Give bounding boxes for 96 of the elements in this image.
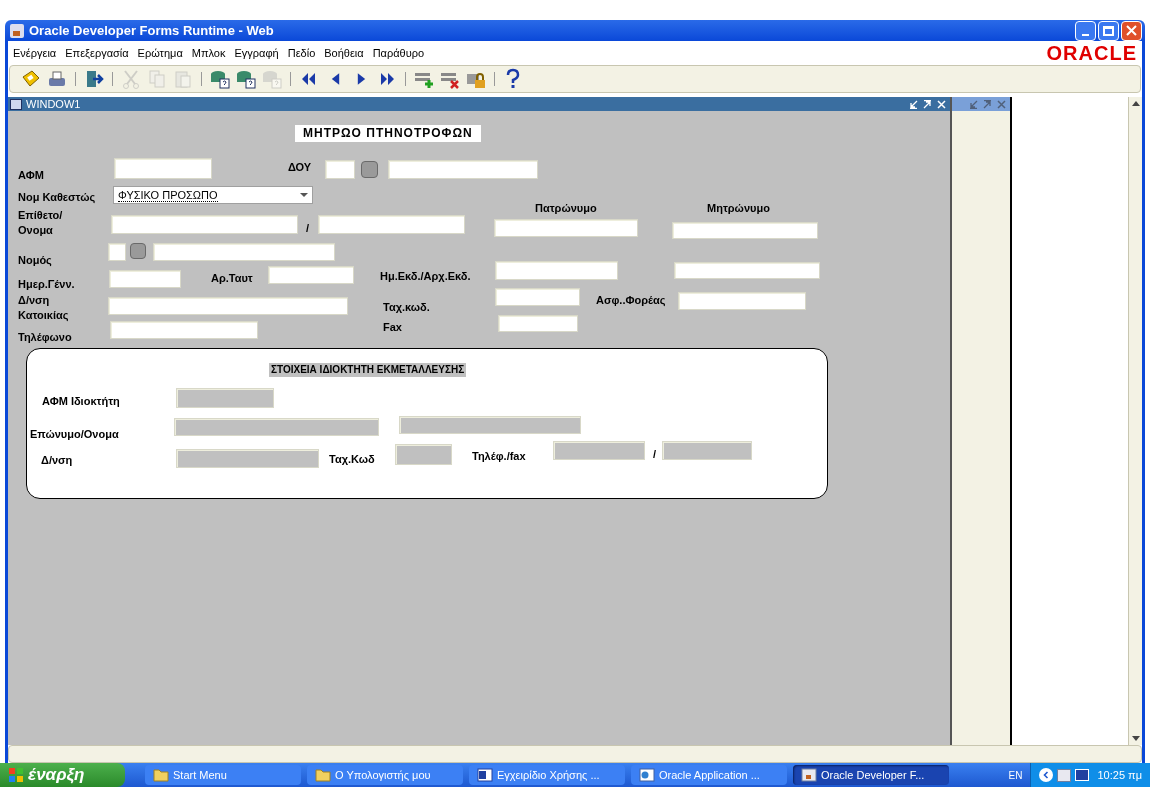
field-label: Μητρώνυμο: [707, 201, 770, 216]
input-field[interactable]: [174, 418, 379, 436]
field-label: Αρ.Ταυτ: [211, 271, 253, 286]
inner-window-title: WINDOW1: [26, 98, 81, 110]
input-field[interactable]: [395, 444, 452, 465]
input-field[interactable]: [111, 215, 298, 234]
taskbar-button[interactable]: Start Menu: [145, 765, 301, 785]
close-icon[interactable]: [997, 99, 1006, 109]
database-question-icon: [235, 68, 257, 90]
field-label: Ημ.Εκδ./Αρχ.Εκδ.: [380, 269, 471, 284]
dropdown-field[interactable]: ΦΥΣΙΚΟ ΠΡΟΣΩΠΟ: [113, 186, 313, 204]
list-of-values-button[interactable]: [361, 161, 378, 178]
field-label: Δ/νση: [41, 453, 73, 468]
field-label: Επώνυμο/Ονομα: [30, 427, 119, 442]
field-label: Ημερ.Γένν.: [18, 277, 75, 292]
field-label: Νομός: [18, 253, 52, 268]
menu-item[interactable]: Βοήθεια: [324, 44, 364, 62]
input-field[interactable]: [108, 243, 126, 261]
input-field[interactable]: [109, 270, 181, 288]
field-label: Ταχ.κωδ.: [383, 300, 430, 315]
vertical-scrollbar[interactable]: [1128, 97, 1142, 745]
input-field[interactable]: [399, 416, 581, 434]
folder-icon: [315, 768, 331, 782]
scroll-up-icon[interactable]: [1131, 101, 1140, 106]
menu-item[interactable]: Πεδίο: [287, 44, 316, 62]
taskbar-button[interactable]: Oracle Developer F...: [793, 765, 949, 785]
input-field[interactable]: [674, 262, 820, 279]
field-label: /: [306, 221, 310, 236]
field-label: Ασφ..Φορέας: [596, 293, 666, 308]
input-field[interactable]: [325, 160, 355, 179]
field-label: Νομ Καθεστώς: [18, 190, 96, 205]
document-icon: [477, 768, 493, 782]
maximize-icon[interactable]: [983, 99, 992, 109]
scissors-icon: [120, 68, 142, 90]
menu-item[interactable]: Παράθυρο: [372, 44, 425, 62]
chevron-icon[interactable]: [1039, 768, 1054, 782]
input-field[interactable]: [176, 449, 319, 468]
field-label: Fax: [383, 320, 402, 335]
dropdown-caret-icon: [300, 193, 308, 197]
minimize-button[interactable]: [1075, 20, 1096, 41]
left-arrow-icon: [330, 73, 340, 85]
input-field[interactable]: [110, 321, 258, 339]
taskbar-button[interactable]: Εγχειρίδιο Χρήσης ...: [469, 765, 625, 785]
oracle-logo: ORACLE: [1046, 43, 1137, 63]
close-icon: [1126, 25, 1137, 36]
start-button[interactable]: έναρξη: [0, 763, 125, 787]
panel-title: ΣΤΟΙΧΕΙΑ ΙΔΙΟΚΤΗΤΗ ΕΚΜΕΤΑΛΛΕΥΣΗΣ: [269, 363, 467, 377]
window-icon: [639, 768, 655, 782]
input-field[interactable]: [672, 222, 818, 239]
menu-item[interactable]: Ενέργεια: [13, 44, 57, 62]
menu-item[interactable]: Επεξεργασία: [65, 44, 129, 62]
field-label: Πατρώνυμο: [535, 201, 597, 216]
field-label: Επίθετο/ Ονομα: [18, 208, 64, 238]
field-label: Δ/νση Κατοικίας: [18, 293, 70, 323]
maximize-button[interactable]: [1098, 20, 1119, 41]
input-field[interactable]: [388, 160, 538, 179]
form-title: ΜΗΤΡΩΟ ΠΤΗΝΟΤΡΟΦΩΝ: [295, 125, 481, 142]
language-indicator[interactable]: EN: [1008, 767, 1023, 783]
field-label: ΑΦΜ Ιδιοκτήτη: [42, 394, 120, 409]
database-question-icon: [209, 68, 231, 90]
field-label: ΔΟΥ: [288, 160, 312, 175]
input-field[interactable]: [268, 266, 354, 284]
taskbar-button[interactable]: Oracle Application ...: [631, 765, 787, 785]
menu-item[interactable]: Ερώτημα: [137, 44, 183, 62]
copy-icon: [146, 68, 168, 90]
input-field[interactable]: [678, 292, 806, 310]
input-field[interactable]: [153, 243, 335, 261]
input-field[interactable]: [553, 441, 645, 460]
input-field[interactable]: [108, 297, 348, 315]
taskbar-button[interactable]: Ο Υπολογιστής μου: [307, 765, 463, 785]
input-field[interactable]: [662, 441, 752, 460]
input-field[interactable]: [498, 315, 578, 332]
input-field[interactable]: [494, 219, 638, 237]
field-label: Τηλέφ./fax: [472, 449, 526, 464]
field-label: Τηλέφωνο: [18, 330, 72, 345]
right-arrow-icon: [356, 73, 366, 85]
folder-icon: [153, 768, 169, 782]
input-field[interactable]: [176, 388, 274, 408]
clock: 10:25 πμ: [1097, 767, 1142, 783]
window-title: Oracle Developer Forms Runtime - Web: [29, 21, 274, 40]
menu-item[interactable]: Εγγραφή: [234, 44, 279, 62]
database-question-icon: [261, 68, 283, 90]
list-of-values-button[interactable]: [130, 243, 146, 259]
input-field[interactable]: [495, 288, 580, 306]
input-field[interactable]: [318, 215, 465, 234]
field-label: Ταχ.Κωδ: [329, 452, 375, 467]
windows-logo-icon: [8, 767, 24, 783]
menu-item[interactable]: Μπλοκ: [191, 44, 226, 62]
field-label: /: [653, 447, 657, 462]
close-button[interactable]: [1121, 20, 1142, 41]
window-icon: [10, 98, 22, 110]
input-field[interactable]: [495, 261, 618, 280]
minimize-icon[interactable]: [969, 99, 978, 109]
paste-icon: [172, 68, 194, 90]
field-label: ΑΦΜ: [18, 168, 44, 183]
input-field[interactable]: [114, 158, 212, 179]
